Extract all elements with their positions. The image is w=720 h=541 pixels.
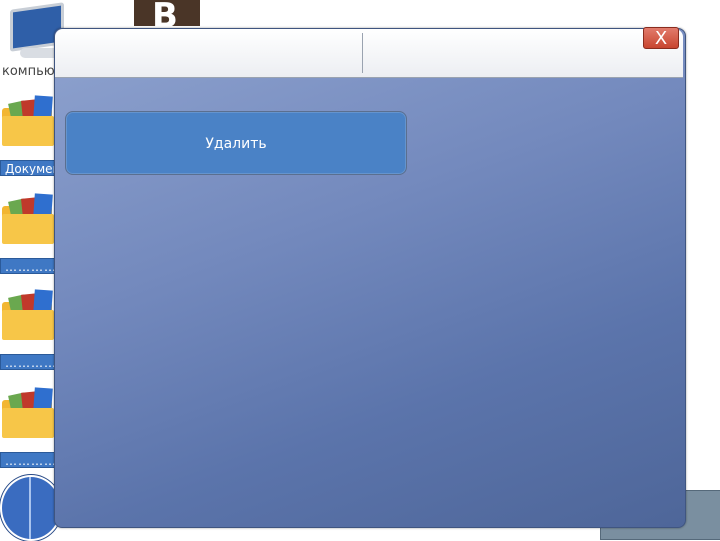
b-tile-icon[interactable]: B xyxy=(134,0,200,26)
folder-icon[interactable] xyxy=(2,387,54,438)
computer-label[interactable]: компьютер xyxy=(0,64,60,80)
folder-label[interactable]: ………… xyxy=(0,354,60,370)
close-button[interactable]: X xyxy=(643,27,679,49)
folder-label[interactable]: ………… xyxy=(0,452,60,468)
documents-label[interactable]: Документы xyxy=(0,160,60,176)
folder-icon[interactable] xyxy=(2,193,54,244)
delete-button[interactable]: Удалить xyxy=(65,111,407,175)
globe-icon[interactable] xyxy=(0,475,62,541)
folder-icon[interactable] xyxy=(2,289,54,340)
b-tile-letter: B xyxy=(152,0,178,26)
dialog-window: X Удалить xyxy=(54,27,686,528)
documents-folder-icon[interactable] xyxy=(2,95,54,146)
titlebar-divider xyxy=(362,33,363,73)
folder-label[interactable]: ………… xyxy=(0,258,60,274)
globe-meridian xyxy=(29,477,31,539)
dialog-titlebar[interactable] xyxy=(55,29,683,78)
